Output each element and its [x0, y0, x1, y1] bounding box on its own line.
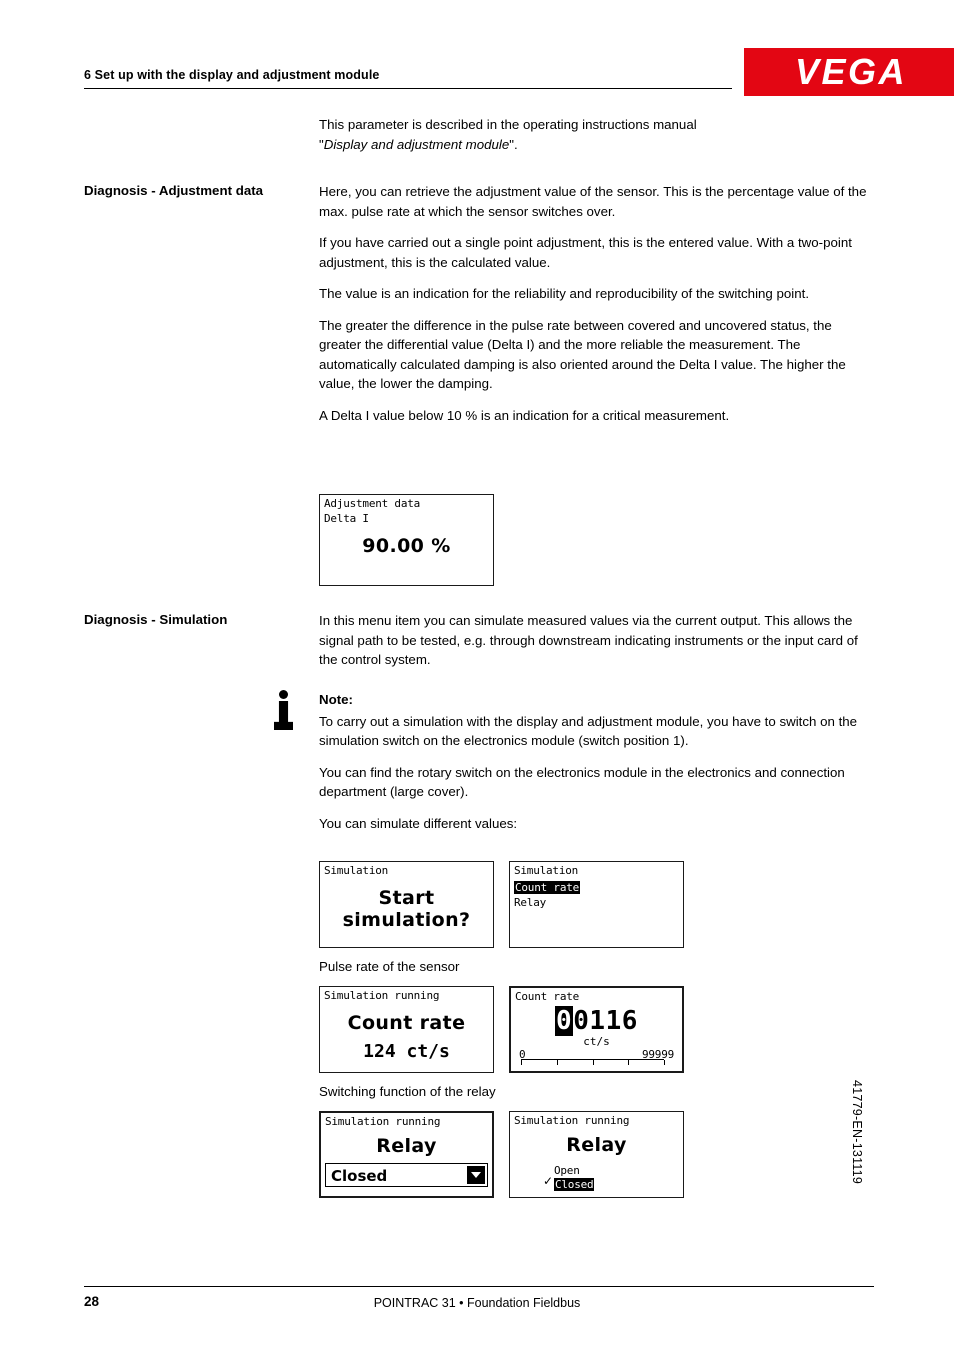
intro-line1: This parameter is described in the opera…: [319, 117, 697, 132]
info-icon: [272, 690, 298, 734]
lcd-line2: 124 ct/s: [363, 1041, 450, 1062]
paragraph: The greater the difference in the pulse …: [319, 317, 846, 392]
paragraph: To carry out a simulation with the displ…: [319, 713, 858, 749]
lcd-unit: ct/s: [583, 1035, 610, 1048]
dropdown-value: Closed: [331, 1167, 388, 1185]
lcd-simulation-menu: Simulation Count rate Relay: [509, 861, 684, 948]
relay-option-closed: Closed: [554, 1178, 595, 1191]
lcd-value-row: 00116: [511, 1006, 682, 1036]
bar-scale: [521, 1057, 665, 1065]
paragraph: A Delta I value below 10 % is an indicat…: [319, 407, 730, 423]
lcd-relay-select: Simulation running Relay Open ✓ Closed: [509, 1111, 684, 1198]
document-page: 6 Set up with the display and adjustment…: [0, 0, 954, 1354]
caption-switching-function: Switching function of the relay: [319, 1084, 496, 1099]
footer-product: POINTRAC 31 • Foundation Fieldbus: [373, 1296, 581, 1310]
paragraph: The value is an indication for the relia…: [319, 286, 810, 302]
paragraph: You can find the rotary switch on the el…: [319, 764, 845, 800]
info-icon-dot: [279, 690, 288, 699]
lcd-line1: Relay: [376, 1135, 437, 1157]
lcd-title: Adjustment data: [324, 497, 421, 510]
value-remaining-digits: 0116: [573, 1006, 638, 1036]
paragraph: If you have carried out a single point a…: [319, 235, 852, 270]
note-title: Note:: [319, 692, 353, 707]
relay-option-closed-row[interactable]: Closed: [554, 1178, 595, 1191]
info-icon-body: [274, 701, 293, 730]
lcd-title: Count rate: [515, 990, 580, 1003]
caption-pulse-rate: Pulse rate of the sensor: [319, 959, 460, 974]
section-label-adjustment-data: Diagnosis - Adjustment data: [84, 183, 264, 198]
scale-tick: [556, 1060, 558, 1065]
lcd-title: Simulation: [514, 864, 579, 877]
chapter-title: 6 Set up with the display and adjustment…: [84, 68, 380, 82]
header-divider: [84, 88, 732, 89]
footer-divider: [84, 1286, 874, 1287]
intro-paragraph: This parameter is described in the opera…: [319, 115, 876, 166]
intro-italic: Display and adjustment module: [323, 136, 510, 152]
scale-tick: [664, 1060, 665, 1065]
chevron-down-icon[interactable]: [467, 1166, 485, 1184]
lcd-title: Simulation running: [324, 989, 440, 1002]
lcd-simulation-start: Simulation Start simulation?: [319, 861, 494, 948]
note-block: Note: To carry out a simulation with the…: [319, 690, 876, 845]
lcd-adjustment-data: Adjustment data Delta I 90.00 %: [319, 494, 494, 586]
lcd-line1: Count rate: [347, 1012, 466, 1034]
section-body-simulation: In this menu item you can simulate measu…: [319, 611, 876, 682]
section-body-adjustment-data: Here, you can retrieve the adjustment va…: [319, 182, 876, 437]
page-header: 6 Set up with the display and adjustment…: [84, 48, 954, 96]
value-cursor-digit: 0: [555, 1006, 574, 1036]
lcd-count-rate-edit: Count rate 00116 ct/s 0 99999: [509, 986, 684, 1073]
lcd-line1: Relay: [566, 1134, 627, 1156]
vega-logo: VEGA: [744, 48, 954, 96]
lcd-title: Simulation running: [514, 1114, 630, 1127]
lcd-title: Simulation running: [325, 1115, 441, 1128]
lcd-simulation-count-rate: Simulation running Count rate 124 ct/s: [319, 986, 494, 1073]
scale-tick: [592, 1060, 594, 1065]
document-code: 41779-EN-131119: [850, 1080, 864, 1185]
lcd-menu-item-selected: Count rate: [514, 881, 581, 894]
lcd-title: Simulation: [324, 864, 389, 877]
quote-close: ".: [509, 136, 518, 152]
menu-item-relay: Relay: [514, 896, 547, 909]
lcd-relay-edit: Simulation running Relay Closed: [319, 1111, 494, 1198]
lcd-line2: simulation?: [342, 909, 471, 931]
paragraph: In this menu item you can simulate measu…: [319, 613, 858, 668]
lcd-value: 90.00 %: [362, 535, 451, 557]
lcd-line1: Start: [378, 887, 435, 909]
checkmark-icon: ✓: [543, 1174, 554, 1188]
scale-tick: [628, 1060, 630, 1065]
lcd-subtitle: Delta I: [324, 512, 369, 525]
menu-item-count-rate: Count rate: [514, 881, 581, 894]
paragraph: You can simulate different values:: [319, 815, 518, 831]
scale-tick: [521, 1060, 522, 1065]
relay-dropdown[interactable]: Closed: [325, 1163, 488, 1187]
section-label-simulation: Diagnosis - Simulation: [84, 612, 228, 627]
relay-option-open[interactable]: Open: [554, 1164, 580, 1177]
paragraph: Here, you can retrieve the adjustment va…: [319, 184, 867, 219]
